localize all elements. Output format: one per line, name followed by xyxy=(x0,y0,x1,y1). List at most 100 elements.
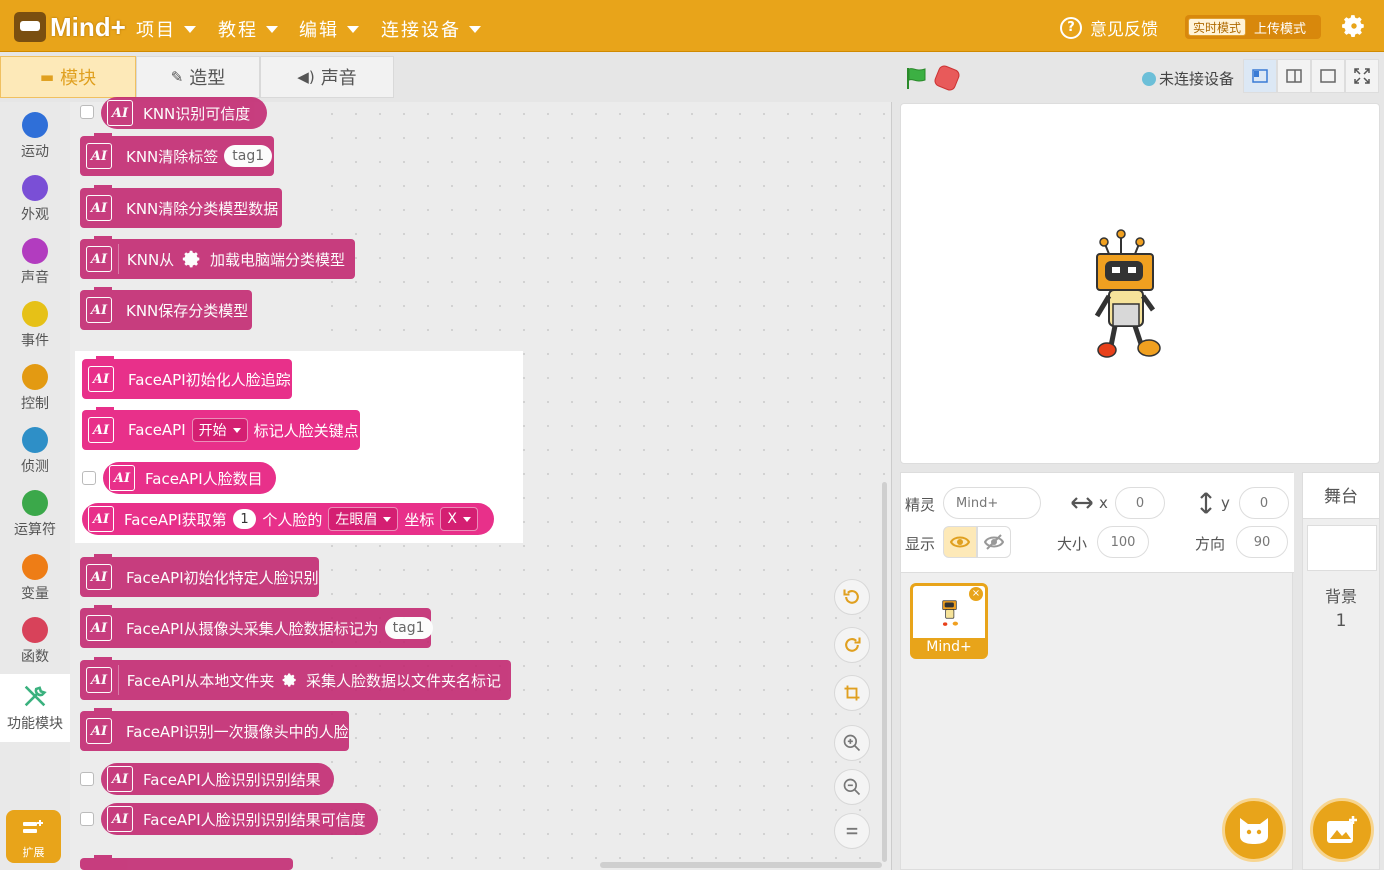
ai-icon: AI xyxy=(86,195,112,221)
tag-input[interactable]: tag1 xyxy=(224,145,273,167)
block-faceapi-result-confidence[interactable]: AI FaceAPI人脸识别识别结果可信度 xyxy=(101,803,378,835)
stop-icon[interactable] xyxy=(932,63,962,93)
gear-icon[interactable] xyxy=(282,669,298,691)
block-faceapi-result[interactable]: AI FaceAPI人脸识别识别结果 xyxy=(101,763,334,795)
ai-icon: AI xyxy=(88,506,114,532)
hide-sprite-button[interactable] xyxy=(977,526,1011,558)
block-faceapi-init-specific[interactable]: AI FaceAPI初始化特定人脸识别 xyxy=(80,554,319,597)
vertical-scrollbar[interactable] xyxy=(882,482,887,862)
settings-gear-icon[interactable] xyxy=(1341,13,1367,39)
realtime-mode-option[interactable]: 实时模式 xyxy=(1188,18,1247,36)
category-sound[interactable]: 声音 xyxy=(0,238,70,287)
undo-button[interactable] xyxy=(834,579,870,615)
ai-icon: AI xyxy=(88,417,114,443)
block-text: KNN从 xyxy=(126,250,175,269)
menu-tutorial[interactable]: 教程 xyxy=(218,16,278,42)
gear-icon[interactable] xyxy=(182,248,202,270)
extension-label: 扩展 xyxy=(22,846,45,859)
menu-project[interactable]: 项目 xyxy=(136,16,196,42)
block-faceapi-mark-keypoints[interactable]: AI FaceAPI 开始 标记人脸关键点 xyxy=(82,407,360,450)
category-function-modules[interactable]: 功能模块 xyxy=(0,674,70,742)
block-text: FaceAPI人脸数目 xyxy=(145,469,263,488)
stage-thumbnail[interactable] xyxy=(1307,525,1377,571)
block-faceapi-collect-local[interactable]: AI FaceAPI从本地文件夹 采集人脸数据以文件夹名标记 xyxy=(80,657,511,700)
layout-normal-stage-button[interactable] xyxy=(1277,59,1311,93)
block-knn-save-model[interactable]: AI KNN保存分类模型 xyxy=(80,287,252,330)
dropdown-value: X xyxy=(447,511,457,527)
choose-backdrop-button[interactable] xyxy=(1310,798,1374,862)
stage[interactable] xyxy=(900,103,1380,464)
axis-dropdown[interactable]: X xyxy=(440,507,478,531)
block-text: KNN清除分类模型数据 xyxy=(126,199,279,218)
status-dot-icon xyxy=(1142,71,1156,86)
ai-icon: AI xyxy=(109,465,135,491)
menu-connect-device[interactable]: 连接设备 xyxy=(381,16,481,42)
category-label: 侦测 xyxy=(21,459,49,475)
tab-costumes[interactable]: ✎ 造型 xyxy=(136,56,260,98)
block-faceapi-init-tracking[interactable]: AI FaceAPI初始化人脸追踪 xyxy=(82,356,292,399)
tag-input[interactable]: tag1 xyxy=(384,617,433,639)
block-knn-clear-model[interactable]: AI KNN清除分类模型数据 xyxy=(80,185,282,228)
zoom-in-button[interactable] xyxy=(834,725,870,761)
block-knn-load-model[interactable]: AI KNN从 加载电脑端分类模型 xyxy=(80,236,355,279)
mode-toggle[interactable]: 实时模式 上传模式 xyxy=(1185,15,1321,39)
show-sprite-button[interactable] xyxy=(943,526,977,558)
feedback-button[interactable]: ? 意见反馈 xyxy=(1060,15,1158,40)
block-faceapi-get-coordinate[interactable]: AI FaceAPI获取第 1 个人脸的 左眼眉 坐标 X xyxy=(82,503,494,535)
category-looks[interactable]: 外观 xyxy=(0,175,70,224)
backdrop-label: 背景 xyxy=(1324,587,1357,606)
upload-mode-option[interactable]: 上传模式 xyxy=(1254,18,1306,37)
zoom-out-button[interactable] xyxy=(834,769,870,805)
block-partial[interactable] xyxy=(80,855,293,870)
block-checkbox[interactable] xyxy=(80,812,94,826)
block-checkbox[interactable] xyxy=(80,772,94,786)
sprite-name-input[interactable]: Mind+ xyxy=(943,487,1041,519)
crop-button[interactable] xyxy=(834,675,870,711)
block-knn-confidence[interactable]: AI KNN识别可信度 xyxy=(101,97,267,129)
sprite-thumbnail[interactable]: × Mind+ xyxy=(910,583,988,659)
block-text: KNN识别可信度 xyxy=(143,104,251,123)
block-checkbox[interactable] xyxy=(80,105,94,119)
category-functions[interactable]: 函数 xyxy=(0,617,70,666)
tab-sounds[interactable]: ◀) 声音 xyxy=(260,56,394,98)
delete-sprite-icon[interactable]: × xyxy=(969,587,983,601)
category-motion[interactable]: 运动 xyxy=(0,112,70,161)
feature-dropdown[interactable]: 左眼眉 xyxy=(328,507,399,531)
horizontal-scrollbar[interactable] xyxy=(600,862,882,868)
fullscreen-button[interactable] xyxy=(1345,59,1379,93)
green-flag-icon[interactable] xyxy=(904,66,928,90)
x-input[interactable]: 0 xyxy=(1115,487,1165,519)
extension-button[interactable]: 扩展 xyxy=(6,810,61,863)
category-sensing[interactable]: 侦测 xyxy=(0,427,70,476)
tab-blocks[interactable]: ▬ 模块 xyxy=(0,56,136,98)
y-input[interactable]: 0 xyxy=(1239,487,1289,519)
category-control[interactable]: 控制 xyxy=(0,364,70,413)
block-text: FaceAPI人脸识别识别结果 xyxy=(143,770,321,789)
category-variables[interactable]: 变量 xyxy=(0,554,70,603)
size-label: 大小 xyxy=(1057,535,1088,553)
start-dropdown[interactable]: 开始 xyxy=(191,418,248,442)
menu-tutorial-label: 教程 xyxy=(218,20,258,41)
zoom-reset-button[interactable] xyxy=(834,813,870,849)
choose-sprite-button[interactable] xyxy=(1222,798,1286,862)
ai-icon: AI xyxy=(86,718,112,744)
layout-hide-stage-button[interactable] xyxy=(1311,59,1345,93)
mindplus-logo[interactable]: Mind+ xyxy=(14,10,126,44)
block-checkbox[interactable] xyxy=(82,471,96,485)
block-faceapi-collect-camera[interactable]: AI FaceAPI从摄像头采集人脸数据标记为 tag1 xyxy=(80,605,433,648)
block-knn-clear-label[interactable]: AI KNN清除标签 tag1 xyxy=(80,133,274,176)
backdrop-count: 1 xyxy=(1335,611,1347,631)
direction-input[interactable]: 90 xyxy=(1236,526,1288,558)
mindplus-robot-sprite[interactable] xyxy=(1087,226,1167,366)
layout-small-stage-button[interactable] xyxy=(1243,59,1277,93)
category-operators[interactable]: 运算符 xyxy=(0,490,70,539)
block-faceapi-recognize-once[interactable]: AI FaceAPI识别一次摄像头中的人脸 xyxy=(80,708,349,751)
top-bar: Mind+ 项目 教程 编辑 连接设备 ? 意见反馈 实时模式 上传模式 xyxy=(0,0,1384,52)
size-input[interactable]: 100 xyxy=(1097,526,1149,558)
menu-edit[interactable]: 编辑 xyxy=(299,16,359,42)
block-faceapi-face-count[interactable]: AI FaceAPI人脸数目 xyxy=(103,462,276,494)
zoom-in-icon xyxy=(843,734,861,752)
category-events[interactable]: 事件 xyxy=(0,301,70,350)
redo-button[interactable] xyxy=(834,627,870,663)
face-index-input[interactable]: 1 xyxy=(232,509,257,529)
